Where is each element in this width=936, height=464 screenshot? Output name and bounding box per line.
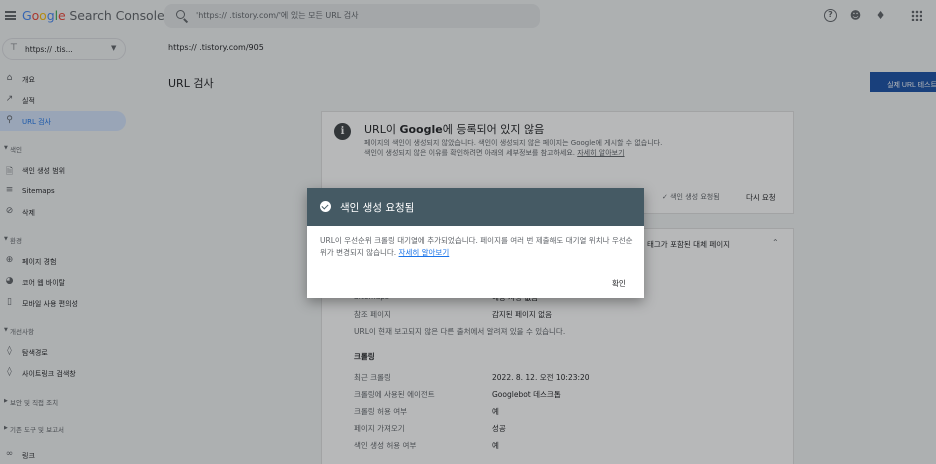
indexing-requested-dialog: 색인 생성 요청됨 URL이 우선순위 크롤링 대기열에 추가되었습니다. 페이… <box>307 188 644 298</box>
dialog-header: 색인 생성 요청됨 <box>307 188 644 226</box>
dialog-title: 색인 생성 요청됨 <box>340 202 415 214</box>
dialog-body: URL이 우선순위 크롤링 대기열에 추가되었습니다. 페이지를 여러 번 제출… <box>320 236 633 257</box>
confirm-button[interactable]: 확인 <box>612 278 626 289</box>
dialog-learn-more-link[interactable]: 자세히 알아보기 <box>399 248 450 257</box>
check-circle-icon <box>320 201 331 212</box>
